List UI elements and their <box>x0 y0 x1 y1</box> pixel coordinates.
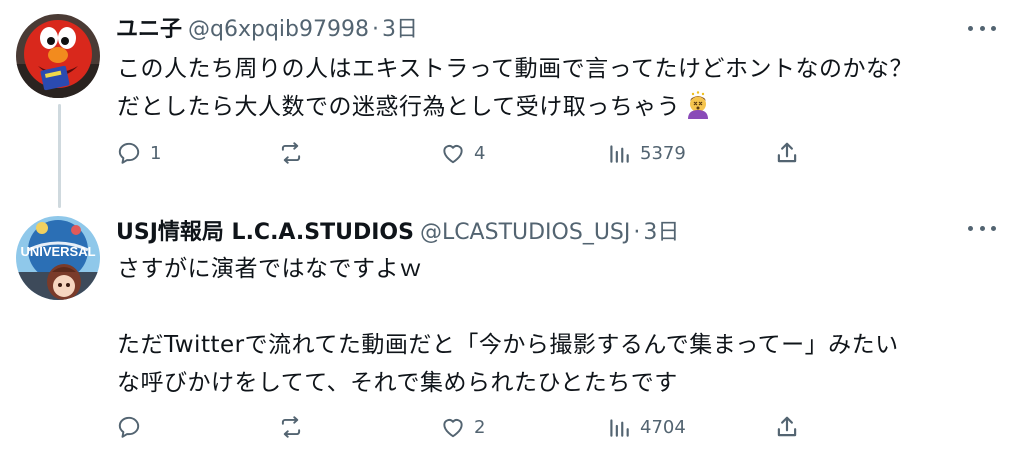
avatar[interactable]: UNIVERSAL <box>16 216 100 300</box>
views-chart-icon <box>610 419 629 437</box>
tweet-header: USJ情報局 L.C.A.STUDIOS @LCASTUDIOS_USJ · 3… <box>116 214 679 246</box>
retweet-button[interactable] <box>278 412 312 442</box>
reply-icon <box>118 416 140 438</box>
heart-icon <box>443 419 463 438</box>
share-button[interactable] <box>774 138 800 168</box>
view-count: 5379 <box>640 142 686 164</box>
heart-icon <box>443 145 463 164</box>
retweet-button[interactable] <box>278 138 312 168</box>
action-bar: 1 4 5379 <box>116 138 816 168</box>
reply-count: 1 <box>150 142 162 164</box>
avatar[interactable] <box>16 14 100 98</box>
timestamp[interactable]: 3日 <box>382 11 418 43</box>
more-options-icon[interactable] <box>968 20 996 36</box>
tweet-text-line-content: だとしたら大人数での迷惑行為として受け取っちゃう <box>117 94 681 120</box>
tweet[interactable]: UNIVERSAL USJ情報局 L.C.A.STUDIOS @LCASTUDI… <box>0 200 1024 458</box>
tweet-text-line: ただTwitterで流れてた動画だと「今から撮影するんで集まってー」みたい <box>117 332 899 358</box>
tweet-text: この人たち周りの人はエキストラって動画で言ってたけどホントなのかな？ だとしたら… <box>117 50 994 126</box>
views-button[interactable]: 4704 <box>606 412 686 442</box>
reply-button[interactable]: 1 <box>116 138 161 168</box>
author-handle[interactable]: @q6xpqib97998 <box>188 17 369 42</box>
separator-dot: · <box>633 220 641 245</box>
view-count: 4704 <box>640 416 686 438</box>
tweet-text-line: この人たち周りの人はエキストラって動画で言ってたけどホントなのかな？ <box>117 56 914 82</box>
dizzy-face-person-icon <box>688 91 709 119</box>
views-chart-icon <box>610 145 629 163</box>
tweet-header: ユニ子 @q6xpqib97998 · 3日 <box>116 11 418 43</box>
tweet-text-line: な呼びかけをしてて、それで集められたひとたちです <box>117 370 678 396</box>
tweet[interactable]: ユニ子 @q6xpqib97998 · 3日 この人たち周りの人はエキストラって… <box>0 0 1024 200</box>
tweet-text-line: さすがに演者ではなですよｗ <box>117 256 423 282</box>
views-button[interactable]: 5379 <box>606 138 686 168</box>
author-name[interactable]: USJ情報局 L.C.A.STUDIOS <box>116 214 414 246</box>
reply-button[interactable] <box>116 412 150 442</box>
author-name[interactable]: ユニ子 <box>116 11 182 43</box>
timestamp[interactable]: 3日 <box>643 214 679 246</box>
separator-dot: · <box>372 17 379 42</box>
tweet-text: さすがに演者ではなですよｗ ただTwitterで流れてた動画だと「今から撮影する… <box>117 250 994 402</box>
author-handle[interactable]: @LCASTUDIOS_USJ <box>420 220 630 245</box>
retweet-icon <box>281 142 301 164</box>
like-button[interactable]: 4 <box>440 138 485 168</box>
more-options-icon[interactable] <box>968 220 996 236</box>
share-icon <box>777 416 797 437</box>
like-count: 4 <box>474 142 486 164</box>
like-count: 2 <box>474 416 486 438</box>
share-button[interactable] <box>774 412 800 442</box>
reply-icon <box>118 142 140 164</box>
like-button[interactable]: 2 <box>440 412 485 442</box>
action-bar: 2 4704 <box>116 412 816 442</box>
tweet-text-line: だとしたら大人数での迷惑行為として受け取っちゃう <box>117 88 994 126</box>
svg-text:UNIVERSAL: UNIVERSAL <box>20 244 95 259</box>
retweet-icon <box>281 416 301 438</box>
share-icon <box>777 142 797 163</box>
